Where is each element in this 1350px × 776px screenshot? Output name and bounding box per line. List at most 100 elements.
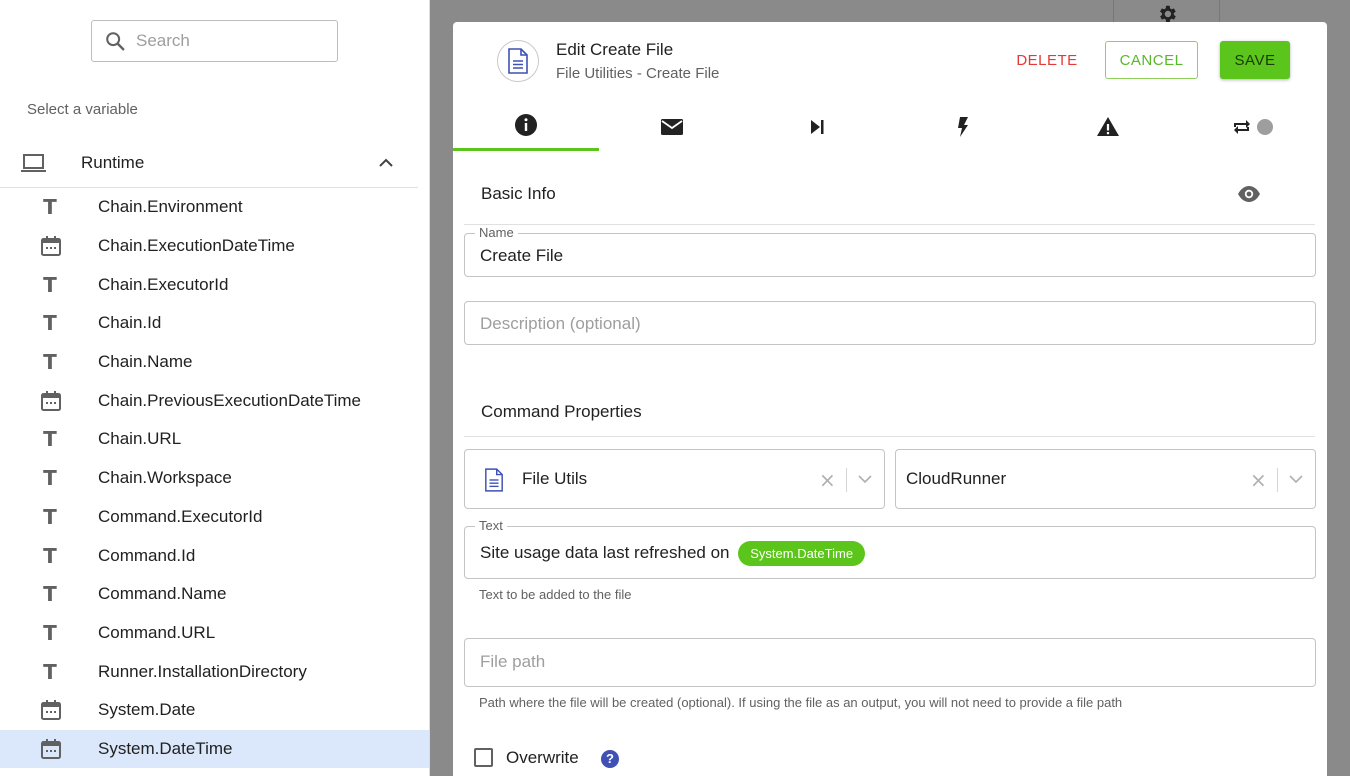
- variable-item[interactable]: T Runner.InstallationDirectory: [0, 652, 429, 691]
- document-icon: [508, 48, 528, 74]
- text-field[interactable]: Text Site usage data last refreshed on S…: [464, 518, 1316, 579]
- calendar-icon: [41, 236, 61, 257]
- plugin-value: File Utils: [522, 469, 588, 488]
- overwrite-checkbox[interactable]: [474, 748, 493, 767]
- plugin-select[interactable]: File Utils ×: [464, 449, 885, 509]
- tab-notifications[interactable]: [599, 102, 745, 151]
- variable-item[interactable]: T Chain.URL: [0, 420, 429, 459]
- variable-name: Command.URL: [98, 622, 216, 642]
- search-input[interactable]: [136, 31, 316, 51]
- text-type-icon: T: [43, 311, 57, 336]
- cancel-button[interactable]: CANCEL: [1105, 41, 1198, 79]
- mail-icon: [661, 118, 683, 135]
- text-helper: Text to be added to the file: [479, 587, 632, 602]
- variable-item[interactable]: T Command.Id: [0, 536, 429, 575]
- variable-item[interactable]: System.DateTime: [0, 729, 429, 769]
- description-field[interactable]: Description (optional): [464, 301, 1316, 345]
- variable-item[interactable]: T Command.Name: [0, 575, 429, 614]
- file-path-field[interactable]: File path: [464, 638, 1316, 687]
- variable-name: Chain.Id: [98, 313, 162, 333]
- text-type-icon: T: [43, 427, 57, 452]
- dialog-title: Edit Create File: [556, 40, 674, 59]
- text-value-row: Site usage data last refreshed on System…: [480, 541, 866, 566]
- tab-bar: [453, 102, 1327, 151]
- command-properties-title: Command Properties: [481, 402, 642, 421]
- variable-name: Command.ExecutorId: [98, 506, 263, 526]
- clear-icon[interactable]: ×: [1250, 468, 1267, 492]
- variable-item[interactable]: Chain.PreviousExecutionDateTime: [0, 381, 429, 420]
- text-type-icon: T: [43, 272, 57, 297]
- lightning-icon: [958, 116, 968, 137]
- warning-icon: [1097, 116, 1119, 136]
- chevron-down-icon[interactable]: [858, 474, 872, 484]
- variable-item[interactable]: T Chain.Name: [0, 343, 429, 382]
- text-type-icon: T: [43, 659, 57, 684]
- group-title: Runtime: [81, 153, 145, 172]
- dialog-subtitle: File Utilities - Create File: [556, 65, 720, 82]
- tab-errors[interactable]: [1035, 102, 1181, 151]
- calendar-icon: [41, 390, 61, 411]
- divider: [464, 224, 1315, 225]
- variable-name: Chain.Environment: [98, 197, 243, 217]
- runtime-group-header[interactable]: Runtime: [0, 140, 418, 188]
- description-placeholder: Description (optional): [480, 314, 641, 333]
- delete-button[interactable]: DELETE: [1005, 41, 1089, 79]
- runner-select[interactable]: CloudRunner ×: [895, 449, 1316, 509]
- variable-name: Chain.PreviousExecutionDateTime: [98, 390, 361, 410]
- text-type-icon: T: [43, 350, 57, 375]
- text-type-icon: T: [43, 543, 57, 568]
- variable-panel: Select a variable Runtime T Chain.Environ…: [0, 0, 430, 776]
- tab-repeat[interactable]: [1181, 102, 1327, 151]
- text-type-icon: T: [43, 195, 57, 220]
- variable-chip[interactable]: System.DateTime: [738, 541, 866, 566]
- tab-info[interactable]: [453, 102, 599, 151]
- variable-item[interactable]: System.Date: [0, 691, 429, 730]
- variable-name: Runner.InstallationDirectory: [98, 661, 307, 681]
- divider: [464, 436, 1315, 437]
- variable-name: Chain.Workspace: [98, 468, 232, 488]
- tab-next[interactable]: [744, 102, 890, 151]
- runner-value: CloudRunner: [906, 469, 1007, 488]
- text-type-icon: T: [43, 466, 57, 491]
- variable-item[interactable]: T Chain.Id: [0, 304, 429, 343]
- help-icon[interactable]: ?: [601, 750, 619, 768]
- variable-name: Command.Id: [98, 545, 196, 565]
- file-avatar: [497, 40, 539, 82]
- save-button[interactable]: SAVE: [1220, 41, 1290, 79]
- name-label: Name: [475, 225, 518, 240]
- variable-name: System.DateTime: [98, 738, 233, 758]
- variable-item[interactable]: T Chain.ExecutorId: [0, 265, 429, 304]
- variable-item[interactable]: T Chain.Environment: [0, 188, 429, 227]
- variable-item[interactable]: T Chain.Workspace: [0, 459, 429, 498]
- select-separator: [846, 468, 847, 492]
- variable-name: Chain.Name: [98, 352, 193, 372]
- select-separator: [1277, 468, 1278, 492]
- chevron-up-icon[interactable]: [377, 155, 395, 169]
- name-value: Create File: [480, 246, 564, 265]
- text-value: Site usage data last refreshed on: [480, 542, 730, 562]
- variable-item[interactable]: Chain.ExecutionDateTime: [0, 227, 429, 266]
- document-icon: [485, 468, 503, 492]
- name-field[interactable]: Name Create File: [464, 225, 1316, 277]
- chevron-down-icon[interactable]: [1289, 474, 1303, 484]
- edit-command-dialog: Edit Create File File Utilities - Create…: [453, 22, 1327, 776]
- calendar-icon: [41, 738, 61, 759]
- basic-info-title: Basic Info: [481, 184, 556, 203]
- clear-icon[interactable]: ×: [819, 468, 836, 492]
- skip-next-icon: [811, 119, 824, 134]
- variable-list: T Chain.Environment Chain.ExecutionDateTim…: [0, 188, 429, 769]
- info-icon: [515, 114, 537, 136]
- tab-triggers[interactable]: [890, 102, 1036, 151]
- variable-item[interactable]: T Command.ExecutorId: [0, 498, 429, 537]
- variable-name: Chain.URL: [98, 429, 182, 449]
- repeat-toggle-icon: [1234, 118, 1273, 135]
- text-label: Text: [475, 518, 507, 533]
- search-box[interactable]: [91, 20, 338, 62]
- laptop-icon: [21, 154, 46, 172]
- variable-name: Chain.ExecutionDateTime: [98, 236, 295, 256]
- select-variable-label: Select a variable: [27, 101, 138, 118]
- eye-icon[interactable]: [1237, 182, 1261, 206]
- variable-item[interactable]: T Command.URL: [0, 614, 429, 653]
- variable-name: Chain.ExecutorId: [98, 274, 229, 294]
- text-type-icon: T: [43, 504, 57, 529]
